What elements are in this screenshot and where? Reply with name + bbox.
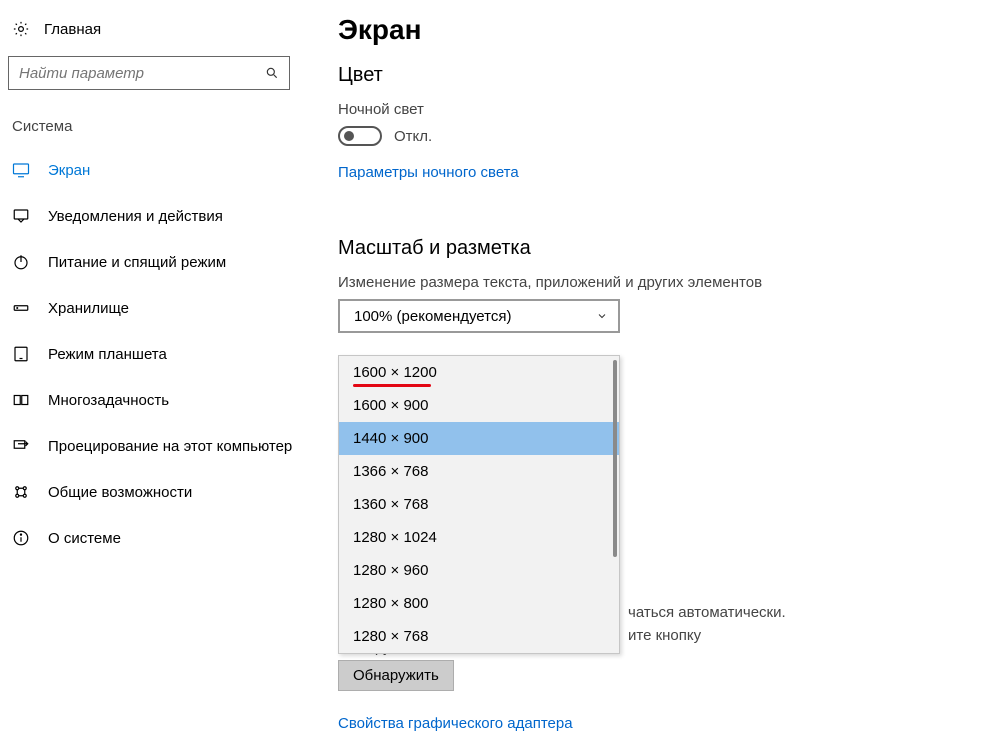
sidebar-item-label: Общие возможности: [48, 484, 192, 501]
resolution-option[interactable]: 1600 × 1200: [339, 356, 619, 389]
chevron-down-icon: [596, 310, 608, 322]
sidebar-item-label: Многозадачность: [48, 392, 169, 409]
graphics-adapter-link[interactable]: Свойства графического адаптера: [338, 715, 573, 732]
sidebar-item-display[interactable]: Экран: [8, 147, 302, 193]
shared-experiences-icon: [12, 483, 30, 501]
resolution-option[interactable]: 1280 × 768: [339, 620, 619, 653]
power-icon: [12, 253, 30, 271]
scale-field-label: Изменение размера текста, приложений и д…: [338, 274, 990, 291]
color-heading: Цвет: [338, 64, 990, 87]
sidebar-item-notifications[interactable]: Уведомления и действия: [8, 193, 302, 239]
night-light-label: Ночной свет: [338, 101, 990, 118]
resolution-option[interactable]: 1280 × 1024: [339, 521, 619, 554]
resolution-option[interactable]: 1360 × 768: [339, 488, 619, 521]
sidebar-item-label: Питание и спящий режим: [48, 254, 226, 271]
sidebar-item-label: Режим планшета: [48, 346, 167, 363]
scrollbar-thumb[interactable]: [613, 360, 617, 557]
night-light-settings-link[interactable]: Параметры ночного света: [338, 164, 519, 181]
sidebar-item-power[interactable]: Питание и спящий режим: [8, 239, 302, 285]
sidebar-item-shared[interactable]: Общие возможности: [8, 469, 302, 515]
storage-icon: [12, 299, 30, 317]
sidebar-item-storage[interactable]: Хранилище: [8, 285, 302, 331]
main-content: Экран Цвет Ночной свет Откл. Параметры н…: [310, 0, 990, 732]
sidebar-item-label: Хранилище: [48, 300, 129, 317]
toggle-knob: [344, 131, 354, 141]
sidebar-item-label: Проецирование на этот компьютер: [48, 438, 292, 455]
resolution-option[interactable]: 1600 × 900: [339, 389, 619, 422]
dropdown-scrollbar[interactable]: [613, 360, 617, 649]
sidebar-item-tablet-mode[interactable]: Режим планшета: [8, 331, 302, 377]
sidebar-section-title: Система: [12, 118, 302, 135]
display-icon: [12, 161, 30, 179]
sidebar-item-about[interactable]: О системе: [8, 515, 302, 561]
search-input[interactable]: [19, 65, 265, 82]
annotation-underline: [353, 384, 431, 387]
home-link[interactable]: Главная: [8, 16, 302, 52]
sidebar-item-label: Уведомления и действия: [48, 208, 223, 225]
gear-icon: [12, 20, 30, 38]
resolution-option[interactable]: 1366 × 768: [339, 455, 619, 488]
projecting-icon: [12, 437, 30, 455]
resolution-dropdown-open[interactable]: 1600 × 12001600 × 9001440 × 9001366 × 76…: [338, 355, 620, 654]
home-label: Главная: [44, 21, 101, 38]
page-title: Экран: [338, 14, 990, 46]
night-light-toggle[interactable]: [338, 126, 382, 146]
night-light-state: Откл.: [394, 128, 432, 145]
scale-dropdown-value: 100% (рекомендуется): [354, 308, 511, 325]
detect-button[interactable]: Обнаружить: [338, 660, 454, 691]
resolution-option[interactable]: 1280 × 800: [339, 587, 619, 620]
scale-dropdown[interactable]: 100% (рекомендуется): [338, 299, 620, 333]
notifications-icon: [12, 207, 30, 225]
sidebar: Главная Система Экран Уведомления и дейс…: [0, 0, 310, 732]
tablet-mode-icon: [12, 345, 30, 363]
search-box[interactable]: [8, 56, 290, 90]
resolution-option[interactable]: 1280 × 960: [339, 554, 619, 587]
sidebar-item-projecting[interactable]: Проецирование на этот компьютер: [8, 423, 302, 469]
sidebar-item-label: Экран: [48, 162, 90, 179]
scale-heading: Масштаб и разметка: [338, 237, 990, 260]
multitasking-icon: [12, 391, 30, 409]
resolution-list: 1600 × 12001600 × 9001440 × 9001366 × 76…: [339, 356, 619, 653]
resolution-option[interactable]: 1440 × 900: [339, 422, 619, 455]
sidebar-item-label: О системе: [48, 530, 121, 547]
search-icon: [265, 66, 279, 80]
sidebar-item-multitasking[interactable]: Многозадачность: [8, 377, 302, 423]
about-icon: [12, 529, 30, 547]
